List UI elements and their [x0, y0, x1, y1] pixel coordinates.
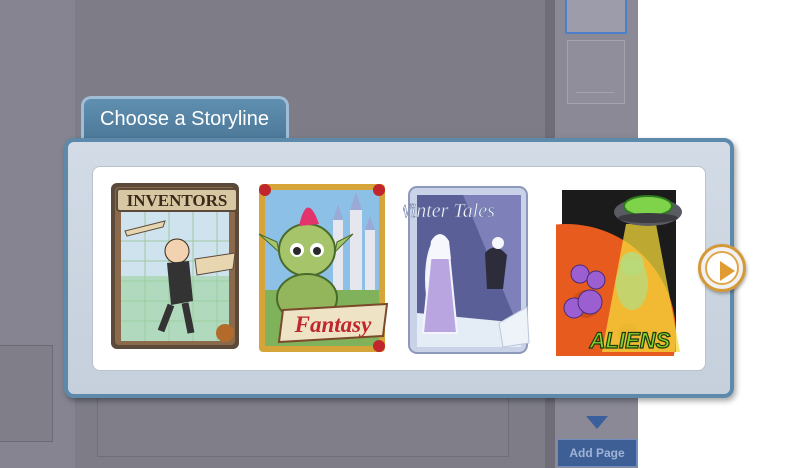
next-button-ring — [705, 251, 739, 285]
add-page-button[interactable]: Add Page — [557, 439, 637, 467]
storyline-title-inventors: INVENTORS — [127, 191, 228, 210]
play-arrow-icon — [720, 261, 735, 281]
scroll-down-icon[interactable] — [586, 416, 608, 429]
storyline-title-fantasy: Fantasy — [294, 312, 372, 337]
storyline-card-aliens[interactable]: ALIENS — [556, 184, 690, 356]
editor-canvas — [97, 392, 509, 457]
storyline-title-aliens: ALIENS — [589, 328, 671, 353]
page-thumbnail[interactable] — [567, 40, 625, 104]
next-storylines-button[interactable] — [698, 244, 746, 292]
storyline-card-winter-tales[interactable]: Winter Tales — [403, 183, 537, 357]
left-panel-card — [0, 345, 53, 442]
storyline-card-inventors[interactable]: INVENTORS — [105, 181, 245, 353]
page-thumbnail-line — [576, 92, 614, 93]
storyline-title-winter-tales: Winter Tales — [403, 200, 495, 222]
page-thumbnail-selected[interactable] — [565, 0, 627, 34]
dialog-title: Choose a Storyline — [100, 108, 269, 130]
storyline-card-fantasy[interactable]: Fantasy — [255, 180, 395, 356]
dialog-tab: Choose a Storyline — [81, 96, 289, 142]
